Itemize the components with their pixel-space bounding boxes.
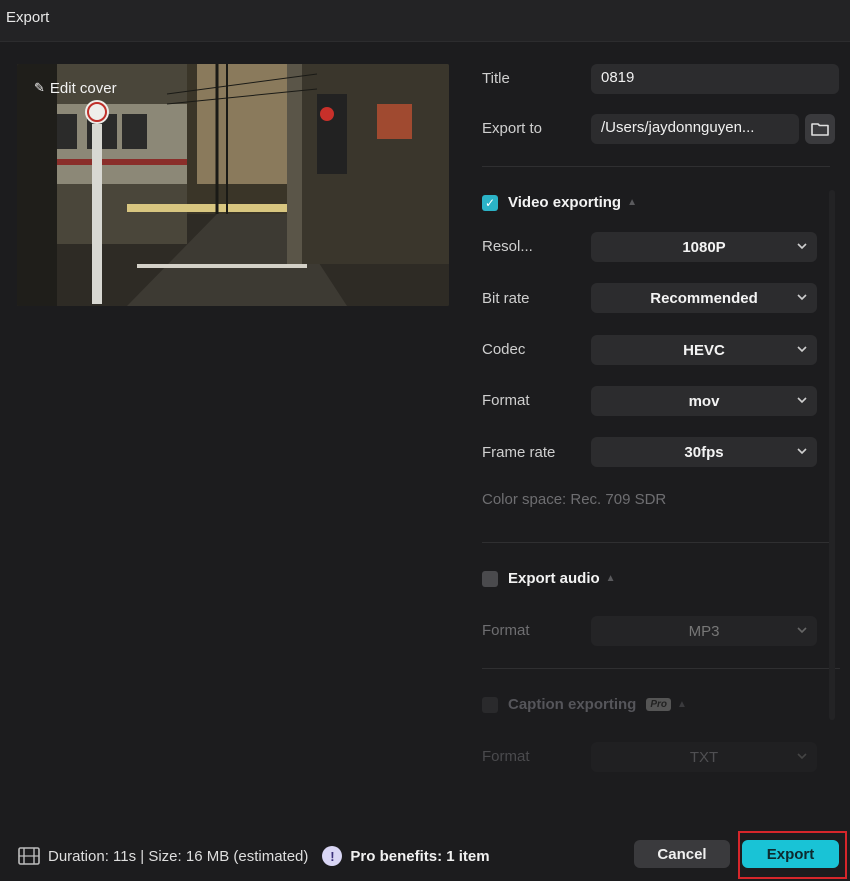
chevron-down-icon [797,294,807,301]
chevron-down-icon [797,346,807,353]
format-label: Format [482,392,530,409]
export-audio-label: Export audio [508,570,600,587]
title-input[interactable]: 0819 [591,64,839,94]
dialog-title: Export [6,9,50,26]
bitrate-value: Recommended [650,289,758,307]
export-audio-checkbox[interactable] [482,570,498,587]
divider [482,166,830,167]
dialog-titlebar: Export [0,0,850,42]
export-button[interactable]: Export [742,840,839,868]
export-path-input[interactable]: /Users/jaydonnguyen... [591,114,799,144]
collapse-caret-icon[interactable]: ▲ [677,699,687,710]
resolution-select[interactable]: 1080P [591,232,817,262]
edit-cover-button[interactable]: ✎ Edit cover [34,78,117,98]
format-select[interactable]: mov [591,386,817,416]
resolution-label: Resol... [482,238,533,255]
export-summary: Duration: 11s | Size: 16 MB (estimated) … [18,846,490,866]
resolution-value: 1080P [682,238,726,256]
format-value: mov [688,392,720,410]
caption-format-value: TXT [689,748,719,766]
divider [482,542,830,543]
export-to-label: Export to [482,120,543,137]
framerate-select[interactable]: 30fps [591,437,817,467]
export-audio-section[interactable]: Export audio ▲ [482,570,616,587]
collapse-caret-icon[interactable]: ▲ [627,197,637,208]
codec-select[interactable]: HEVC [591,335,817,365]
film-icon [18,847,40,865]
cover-image [17,64,449,306]
audio-format-select[interactable]: MP3 [591,616,817,646]
collapse-caret-icon[interactable]: ▲ [606,573,616,584]
chevron-down-icon [797,243,807,250]
dialog-footer: Duration: 11s | Size: 16 MB (estimated) … [0,820,850,881]
settings-scrollbar[interactable] [829,190,835,720]
pencil-icon: ✎ [34,80,45,95]
caption-exporting-section[interactable]: Caption exporting Pro ▲ [482,696,687,713]
chevron-down-icon [797,753,807,760]
pro-benefits-text[interactable]: Pro benefits: 1 item [350,848,489,865]
video-exporting-label: Video exporting [508,194,622,211]
edit-cover-label: Edit cover [49,79,117,97]
codec-label: Codec [482,341,526,358]
pro-badge: Pro [646,698,671,711]
audio-format-value: MP3 [688,622,720,640]
divider [482,668,840,669]
video-exporting-section[interactable]: ✓ Video exporting ▲ [482,194,637,211]
chevron-down-icon [797,627,807,634]
bitrate-select[interactable]: Recommended [591,283,817,313]
cancel-button[interactable]: Cancel [634,840,730,868]
caption-exporting-label: Caption exporting [508,696,637,713]
bitrate-label: Bit rate [482,290,530,307]
color-space-text: Color space: Rec. 709 SDR [482,491,667,508]
title-label: Title [482,70,510,87]
video-exporting-checkbox[interactable]: ✓ [482,194,498,211]
cover-preview[interactable] [17,64,449,306]
caption-exporting-checkbox[interactable] [482,696,498,713]
chevron-down-icon [797,397,807,404]
exclamation-icon[interactable]: ! [322,846,343,866]
audio-format-label: Format [482,622,530,639]
duration-size-text: Duration: 11s | Size: 16 MB (estimated) [48,847,309,865]
folder-icon [811,123,829,136]
framerate-value: 30fps [684,443,724,461]
framerate-label: Frame rate [482,444,556,461]
browse-folder-button[interactable] [805,114,835,144]
caption-format-label: Format [482,748,530,765]
caption-format-select[interactable]: TXT [591,742,817,772]
chevron-down-icon [797,448,807,455]
codec-value: HEVC [683,341,725,359]
